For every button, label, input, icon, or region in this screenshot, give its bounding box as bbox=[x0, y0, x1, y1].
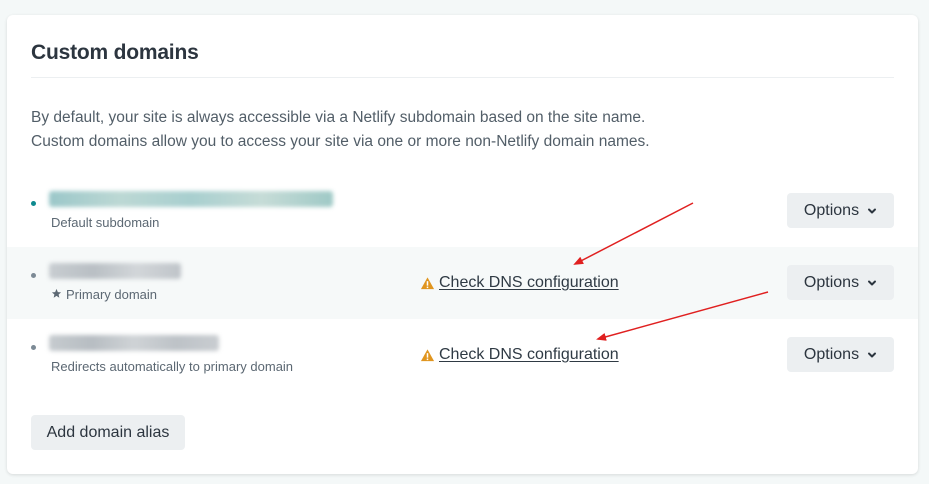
warning-triangle-icon bbox=[420, 276, 435, 289]
add-domain-alias-button[interactable]: Add domain alias bbox=[31, 415, 185, 450]
domain-name-redacted[interactable] bbox=[49, 191, 333, 207]
domain-row-redirect: Redirects automatically to primary domai… bbox=[7, 319, 918, 391]
domain-row-default-subdomain: Default subdomain Options bbox=[7, 175, 918, 247]
description-line-1: By default, your site is always accessib… bbox=[31, 109, 646, 126]
bullet-icon bbox=[31, 273, 36, 278]
domain-subtext-primary: Primary domain bbox=[51, 287, 157, 302]
subtext-label: Primary domain bbox=[66, 287, 158, 302]
chevron-down-icon bbox=[868, 280, 877, 285]
check-dns-link-text[interactable]: Check DNS configuration bbox=[439, 274, 619, 292]
chevron-down-icon bbox=[868, 352, 877, 357]
domain-subtext: Redirects automatically to primary domai… bbox=[51, 359, 294, 374]
bullet-icon bbox=[31, 201, 36, 206]
domain-row-primary: Primary domain Check DNS configuration O… bbox=[7, 247, 918, 319]
section-description: By default, your site is always accessib… bbox=[31, 106, 650, 154]
options-button[interactable]: Options bbox=[787, 193, 894, 228]
options-label: Options bbox=[803, 273, 860, 291]
bullet-icon bbox=[31, 345, 36, 350]
star-icon bbox=[51, 288, 62, 298]
section-title: Custom domains bbox=[31, 41, 199, 64]
custom-domains-card: Custom domains By default, your site is … bbox=[7, 15, 918, 474]
check-dns-link[interactable]: Check DNS configuration bbox=[420, 346, 619, 364]
warning-triangle-icon bbox=[420, 348, 435, 361]
domain-subtext: Default subdomain bbox=[51, 215, 160, 230]
description-line-2: Custom domains allow you to access your … bbox=[31, 133, 650, 150]
options-button[interactable]: Options bbox=[787, 265, 894, 300]
domain-name-redacted[interactable] bbox=[49, 263, 181, 279]
check-dns-link[interactable]: Check DNS configuration bbox=[420, 274, 619, 292]
options-label: Options bbox=[803, 201, 860, 219]
title-divider bbox=[31, 77, 894, 78]
options-button[interactable]: Options bbox=[787, 337, 894, 372]
domain-name-redacted[interactable] bbox=[49, 335, 219, 351]
chevron-down-icon bbox=[868, 208, 877, 213]
check-dns-link-text[interactable]: Check DNS configuration bbox=[439, 346, 619, 364]
options-label: Options bbox=[803, 345, 860, 363]
